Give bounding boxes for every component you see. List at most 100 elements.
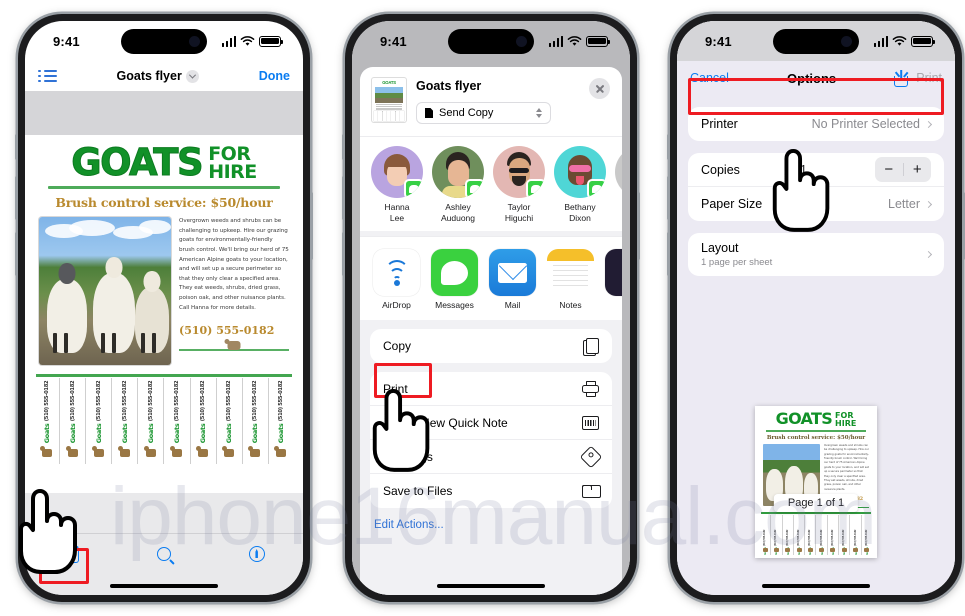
- preview-title-main: GOATS: [775, 409, 833, 429]
- action-copy[interactable]: Copy: [370, 329, 612, 363]
- screenshot-stage: 9:41 Goats flyer Done GOATS FOR HIRE Bru…: [0, 0, 965, 616]
- close-icon[interactable]: [589, 78, 610, 99]
- phone1-document-gap: [25, 91, 303, 135]
- list-item[interactable]: Taylor Higuchi: [493, 146, 545, 223]
- phone2-mute-switch[interactable]: [342, 134, 345, 160]
- print-preview-page[interactable]: GOATS FOR HIRE Brush control service: $5…: [755, 406, 877, 558]
- list-item-partial[interactable]: [605, 249, 622, 310]
- cellular-signal-icon: [221, 35, 236, 47]
- share-sheet-header: GOATS Goats flyer Send Copy: [360, 67, 622, 136]
- tear-tab: Goats(510) 555-0182: [86, 378, 113, 465]
- phone1-power-button[interactable]: [310, 192, 313, 260]
- flyer-title-main: GOATS: [71, 141, 204, 185]
- status-time: 9:41: [380, 33, 407, 49]
- list-item-label: Hanna Lee: [384, 202, 410, 223]
- avatar: [432, 146, 484, 198]
- list-item-partial[interactable]: [615, 146, 622, 223]
- document-title[interactable]: Goats flyer: [57, 69, 259, 83]
- layout-row[interactable]: Layout 1 page per sheet: [688, 233, 944, 276]
- markup-button[interactable]: [210, 545, 303, 562]
- phone1-navigation-bar: Goats flyer Done: [25, 61, 303, 91]
- phone2-status-bar: 9:41: [352, 21, 630, 61]
- tear-tab-phone: (510) 555-0182: [278, 381, 285, 422]
- phone1-volume-up[interactable]: [15, 176, 18, 220]
- share-icon[interactable]: [894, 69, 909, 87]
- avatar: [371, 146, 423, 198]
- avatar: [615, 146, 622, 198]
- flyer-phone-number: (510) 555-0182: [179, 324, 275, 338]
- dynamic-island: [773, 29, 859, 54]
- tear-tab-phone: (510) 555-0182: [69, 381, 76, 422]
- action-save-to-files[interactable]: Save to Files: [370, 474, 612, 508]
- stepper-decrement[interactable]: −: [875, 161, 903, 178]
- phone1-status-bar: 9:41: [25, 21, 303, 61]
- tear-tab-phone: (510) 555-0182: [200, 381, 207, 422]
- tear-tab-label: Goats: [146, 423, 155, 444]
- cellular-signal-icon: [548, 35, 563, 47]
- messages-icon: [431, 249, 478, 297]
- edit-actions-link[interactable]: Edit Actions...: [360, 508, 622, 531]
- phone1-mute-switch[interactable]: [15, 134, 18, 160]
- list-item[interactable]: AirDrop: [373, 249, 420, 310]
- hand-cursor-printer: [765, 142, 841, 232]
- phone3-volume-up[interactable]: [667, 176, 670, 220]
- chevron-down-icon[interactable]: [185, 69, 199, 83]
- wifi-icon: [892, 35, 907, 46]
- markup-pen-icon: [248, 545, 265, 562]
- list-item[interactable]: Mail: [489, 249, 536, 310]
- document-icon: [425, 108, 433, 118]
- tear-tab: Goats(510) 555-0182: [816, 514, 828, 555]
- list-view-icon[interactable]: [38, 69, 57, 83]
- status-time: 9:41: [53, 33, 80, 49]
- list-item[interactable]: Hanna Lee: [371, 146, 423, 223]
- goat-photo: [39, 217, 171, 366]
- quantity-stepper[interactable]: − +: [875, 157, 931, 182]
- goat-silhouette-icon: [224, 339, 241, 351]
- flyer-body: Overgrown weeds and shrubs can be challe…: [34, 217, 294, 366]
- tear-tab-label: Goats: [120, 423, 129, 444]
- wifi-icon: [240, 35, 255, 46]
- phone2-volume-up[interactable]: [342, 176, 345, 220]
- list-item[interactable]: Messages: [431, 249, 478, 310]
- cancel-button[interactable]: Cancel: [690, 71, 729, 85]
- search-button[interactable]: [118, 546, 211, 561]
- list-item[interactable]: Notes: [547, 249, 594, 310]
- phone3-mute-switch[interactable]: [667, 134, 670, 160]
- tear-tab-phone: (510) 555-0182: [147, 381, 154, 422]
- document-title-text: Goats flyer: [116, 69, 182, 83]
- send-copy-dropdown[interactable]: Send Copy: [416, 102, 551, 124]
- phone3-screen: 9:41 Cancel Options Print Printer No Pri…: [677, 21, 955, 595]
- phone2-volume-down[interactable]: [342, 232, 345, 276]
- phone-1-document-view: 9:41 Goats flyer Done GOATS FOR HIRE Bru…: [15, 14, 313, 602]
- list-item[interactable]: Bethany Dixon: [554, 146, 606, 223]
- list-item-label: Mail: [504, 300, 521, 311]
- battery-icon: [911, 35, 936, 47]
- chevron-right-icon: [924, 120, 933, 128]
- tear-tab: Goats(510) 555-0182: [217, 378, 243, 465]
- stepper-increment[interactable]: +: [904, 161, 932, 178]
- list-item-label: Bethany Dixon: [564, 202, 596, 223]
- messages-badge-icon: [587, 179, 606, 198]
- list-item[interactable]: Ashley Auduong: [432, 146, 484, 223]
- share-sheet: GOATS Goats flyer Send Copy Hanna Lee As…: [360, 67, 622, 595]
- preview-header: GOATS FOR HIRE: [760, 409, 872, 429]
- print-button[interactable]: Print: [916, 71, 942, 85]
- hand-cursor-share: [11, 482, 89, 574]
- status-time: 9:41: [705, 33, 732, 49]
- phone3-volume-down[interactable]: [667, 232, 670, 276]
- tear-tab: Goats(510) 555-0182: [839, 514, 851, 555]
- paper-size-value-wrap: Letter: [888, 197, 933, 211]
- partial-app-icon: [605, 249, 622, 297]
- share-sheet-info: Goats flyer Send Copy: [416, 78, 579, 124]
- printer-row[interactable]: Printer No Printer Selected: [688, 107, 944, 141]
- phone1-volume-down[interactable]: [15, 232, 18, 276]
- messages-badge-icon: [526, 179, 545, 198]
- done-button[interactable]: Done: [259, 69, 290, 83]
- tear-tab: Goats(510) 555-0182: [269, 378, 294, 464]
- tear-tab: Goats(510) 555-0182: [862, 515, 872, 555]
- flyer-document[interactable]: GOATS FOR HIRE Brush control service: $5…: [25, 135, 303, 493]
- list-item-label: Taylor Higuchi: [504, 202, 534, 223]
- preview-title-forhire: FOR HIRE: [835, 412, 856, 427]
- phone2-power-button[interactable]: [637, 192, 640, 260]
- tear-tab-label: Goats: [173, 423, 182, 444]
